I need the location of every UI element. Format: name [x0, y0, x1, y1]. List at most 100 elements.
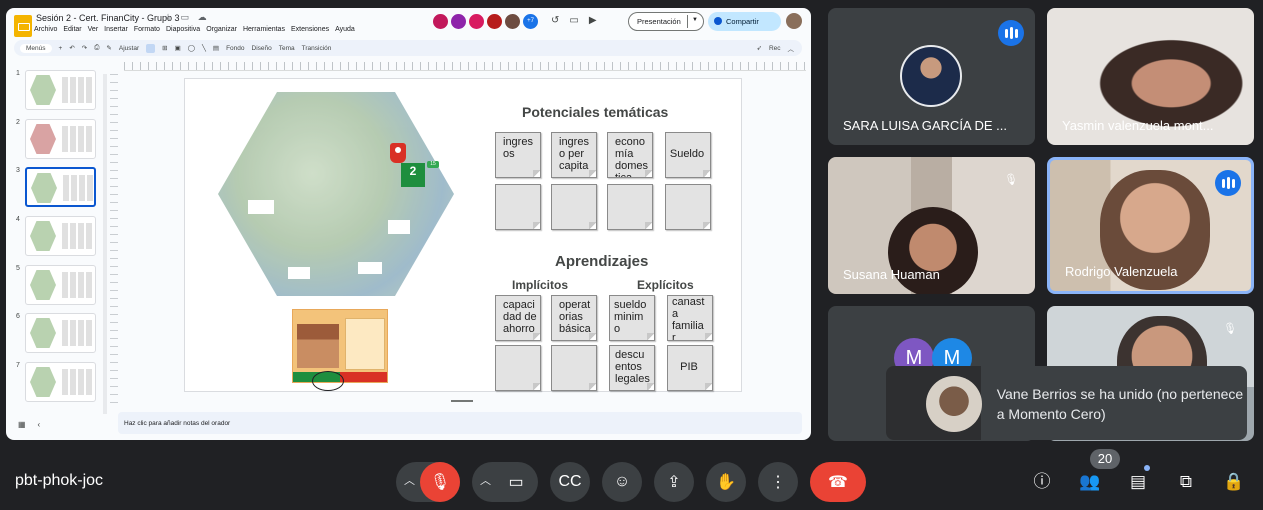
- emoji-button[interactable]: ☺: [602, 462, 642, 502]
- slide-thumbnail[interactable]: 2: [14, 119, 108, 161]
- sticky-note-empty[interactable]: [495, 345, 541, 391]
- camera-icon[interactable]: ▭: [508, 472, 523, 492]
- thumbnail-preview[interactable]: [25, 119, 96, 159]
- undo-icon[interactable]: ↶: [69, 44, 74, 52]
- share-button[interactable]: Compartir: [708, 12, 781, 31]
- present-screen-button[interactable]: ⇪: [654, 462, 694, 502]
- comment-icon[interactable]: ▭: [569, 15, 578, 26]
- thumbnail-preview[interactable]: [25, 216, 96, 256]
- collaborator-avatar[interactable]: [487, 14, 502, 29]
- host-controls-icon[interactable]: 🔒: [1222, 470, 1246, 494]
- theme-button[interactable]: Tema: [279, 45, 295, 52]
- highlight-oval-shape[interactable]: [312, 371, 344, 391]
- collaborator-avatar[interactable]: [505, 14, 520, 29]
- implicitos-label[interactable]: Implícitos: [512, 278, 568, 292]
- slides-logo-icon[interactable]: [14, 15, 32, 37]
- more-options-button[interactable]: ⋮: [758, 462, 798, 502]
- sticky-note[interactable]: canast a familia r: [667, 295, 713, 341]
- mic-off-icon[interactable]: 🎙: [420, 462, 460, 502]
- menu-editar[interactable]: Editar: [63, 26, 81, 33]
- document-title[interactable]: Sesión 2 - Cert. FinanCity - Grupo 3: [36, 13, 180, 23]
- select-tool-icon[interactable]: [146, 43, 156, 53]
- property-card-image[interactable]: [292, 309, 388, 383]
- collapse-icon[interactable]: ︿: [788, 43, 795, 53]
- menu-insertar[interactable]: Insertar: [104, 26, 128, 33]
- slide-thumbnail[interactable]: 3: [14, 167, 108, 209]
- layout-button[interactable]: Diseño: [252, 45, 272, 52]
- menu-extensiones[interactable]: Extensiones: [291, 26, 329, 33]
- image-icon[interactable]: ▣: [175, 44, 181, 52]
- participant-tile[interactable]: 🎙 Susana Huaman: [828, 157, 1035, 294]
- participant-tile[interactable]: Rodrigo Valenzuela: [1047, 157, 1254, 294]
- line-icon[interactable]: ╲: [202, 44, 206, 52]
- slide-thumbnail[interactable]: 1: [14, 70, 108, 112]
- menu-ayuda[interactable]: Ayuda: [335, 26, 355, 33]
- sticky-note[interactable]: PIB: [667, 345, 713, 391]
- slide-canvas[interactable]: 2 15 Potenciales temáticas ingres os ing…: [184, 78, 742, 392]
- pointer-icon[interactable]: ➶: [756, 44, 761, 52]
- menu-herramientas[interactable]: Herramientas: [243, 26, 285, 33]
- sticky-note-empty[interactable]: [551, 345, 597, 391]
- sticky-note-empty[interactable]: [495, 184, 541, 230]
- menu-organizar[interactable]: Organizar: [206, 26, 237, 33]
- grid-view-icons[interactable]: ▦‹: [18, 420, 52, 429]
- slide-thumbnail[interactable]: 4: [14, 216, 108, 258]
- info-icon[interactable]: ⓘ: [1030, 470, 1054, 494]
- captions-button[interactable]: CC: [550, 462, 590, 502]
- star-move-cloud-icons[interactable]: ☆ ▭ ☁: [164, 12, 210, 23]
- print-icon[interactable]: ⎙: [94, 44, 99, 52]
- background-button[interactable]: Fondo: [226, 45, 244, 52]
- chevron-down-icon[interactable]: ▼: [692, 17, 698, 23]
- collaborator-count[interactable]: +7: [523, 14, 538, 29]
- potenciales-title[interactable]: Potenciales temáticas: [522, 104, 668, 120]
- sticky-note[interactable]: capaci dad de ahorro: [495, 295, 541, 341]
- raise-hand-button[interactable]: ✋: [706, 462, 746, 502]
- sticky-note-empty[interactable]: [551, 184, 597, 230]
- sticky-note[interactable]: econo mía domes tica: [607, 132, 653, 178]
- slide-thumbnail[interactable]: 7: [14, 362, 108, 404]
- slide-thumbnail[interactable]: 5: [14, 265, 108, 307]
- paint-format-icon[interactable]: ✎: [106, 44, 111, 52]
- slide-thumbnail[interactable]: 6: [14, 313, 108, 355]
- add-icon[interactable]: +: [59, 45, 63, 52]
- meet-icon[interactable]: ▶: [589, 15, 597, 26]
- collaborator-avatar[interactable]: [433, 14, 448, 29]
- comment-add-icon[interactable]: ▤: [213, 44, 219, 52]
- people-icon[interactable]: 👥: [1078, 470, 1102, 494]
- leave-call-button[interactable]: ☎: [810, 462, 866, 502]
- sticky-note[interactable]: ingres os: [495, 132, 541, 178]
- explicitos-label[interactable]: Explícitos: [637, 278, 694, 292]
- redo-icon[interactable]: ↷: [82, 44, 87, 52]
- zoom-select[interactable]: Ajustar: [119, 45, 139, 52]
- account-avatar[interactable]: [786, 13, 802, 29]
- menu-search-input[interactable]: Menús: [20, 43, 52, 53]
- record-button[interactable]: Rec: [769, 45, 781, 52]
- sticky-note[interactable]: operat orias básica: [551, 295, 597, 341]
- participant-tile[interactable]: Yasmin valenzuela mont...: [1047, 8, 1254, 145]
- aprendizajes-title[interactable]: Aprendizajes: [555, 253, 648, 270]
- sticky-note[interactable]: sueldo minim o: [609, 295, 655, 341]
- collaborator-avatar[interactable]: [469, 14, 484, 29]
- activities-icon[interactable]: ⧉: [1174, 470, 1198, 494]
- shape-icon[interactable]: ◯: [188, 44, 195, 52]
- filmstrip-scrollbar[interactable]: [103, 74, 107, 414]
- transition-button[interactable]: Transición: [302, 45, 332, 52]
- sticky-note[interactable]: Sueldo: [665, 132, 711, 178]
- sticky-note[interactable]: ingres o per capita: [551, 132, 597, 178]
- speaker-notes-field[interactable]: Haz clic para añadir notas del orador: [118, 412, 802, 434]
- thumbnail-preview[interactable]: [25, 265, 96, 305]
- participant-tile[interactable]: SARA LUISA GARCÍA DE ...: [828, 8, 1035, 145]
- chat-icon[interactable]: ▤: [1126, 470, 1150, 494]
- sticky-note-empty[interactable]: [665, 184, 711, 230]
- menu-formato[interactable]: Formato: [134, 26, 160, 33]
- menu-ver[interactable]: Ver: [88, 26, 99, 33]
- sticky-note-empty[interactable]: [607, 184, 653, 230]
- menu-archivo[interactable]: Archivo: [34, 26, 57, 33]
- collaborator-avatar[interactable]: [451, 14, 466, 29]
- thumbnail-preview-active[interactable]: [25, 167, 96, 207]
- thumbnail-preview[interactable]: [25, 313, 96, 353]
- textbox-icon[interactable]: ⊞: [162, 44, 167, 52]
- thumbnail-preview[interactable]: [25, 362, 96, 402]
- chevron-up-icon[interactable]: ︿: [480, 472, 491, 488]
- notes-resize-handle[interactable]: [451, 400, 473, 402]
